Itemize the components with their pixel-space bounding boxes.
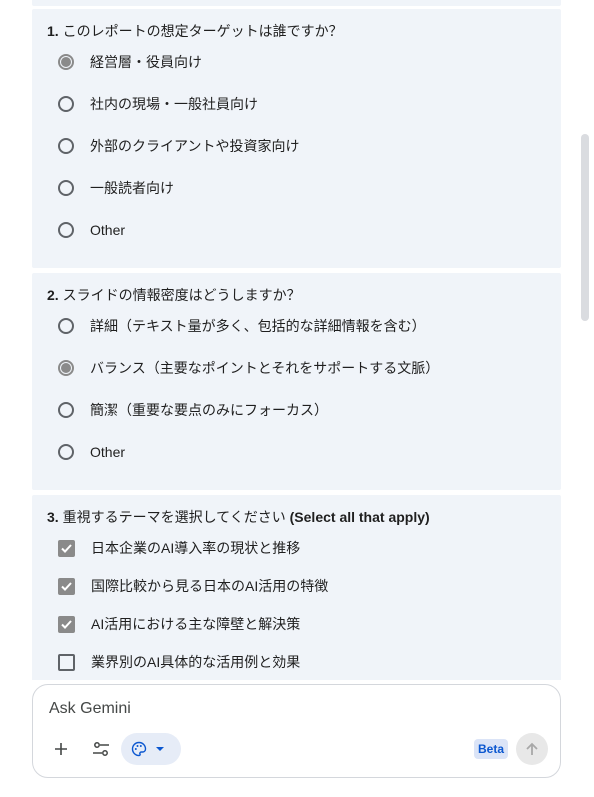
scrollbar-thumb[interactable] (581, 134, 589, 321)
radio-option[interactable]: バランス（主要なポイントとそれをサポートする文脈） (58, 357, 439, 379)
question-title: 2. スライドの情報密度はどうしますか？ (47, 285, 301, 305)
question-card-1: 1. このレポートの想定ターゲットは誰ですか？ 経営層・役員向け 社内の現場・一… (32, 9, 561, 268)
radio-option[interactable]: 経営層・役員向け (58, 51, 202, 73)
question-title: 1. このレポートの想定ターゲットは誰ですか？ (47, 21, 343, 41)
question-card-2: 2. スライドの情報密度はどうしますか？ 詳細（テキスト量が多く、包括的な詳細情… (32, 273, 561, 490)
chevron-down-icon (156, 747, 164, 751)
option-label: バランス（主要なポイントとそれをサポートする文脈） (90, 360, 440, 376)
question-number: 2. (47, 287, 59, 303)
send-button[interactable] (516, 733, 548, 765)
question-number: 1. (47, 23, 59, 39)
radio-selected[interactable] (58, 360, 74, 376)
chat-input[interactable]: Ask Gemini (49, 700, 131, 718)
radio-option[interactable]: Other (58, 219, 125, 241)
radio-option[interactable]: 外部のクライアントや投資家向け (58, 135, 299, 157)
tools-button[interactable] (85, 733, 117, 765)
tune-icon (93, 742, 109, 756)
radio-unselected[interactable] (58, 138, 74, 154)
option-label: 詳細（テキスト量が多く、包括的な詳細情報を含む） (90, 318, 426, 334)
question-hint: (Select all that apply) (289, 509, 430, 525)
question-text: スライドの情報密度はどうしますか？ (62, 287, 301, 303)
checkbox-option[interactable]: 業界別のAI具体的な活用例と効果 (58, 651, 300, 673)
check-icon (61, 619, 72, 629)
radio-selected[interactable] (58, 54, 74, 70)
question-number: 3. (47, 509, 59, 525)
radio-option[interactable]: 一般読者向け (58, 177, 174, 199)
checkbox-checked[interactable] (58, 577, 75, 595)
option-label: Other (90, 444, 126, 460)
radio-unselected[interactable] (58, 222, 74, 238)
check-icon (61, 543, 72, 553)
question-list: 1. このレポートの想定ターゲットは誰ですか？ 経営層・役員向け 社内の現場・一… (0, 0, 594, 680)
option-label: 業界別のAI具体的な活用例と効果 (91, 654, 301, 670)
option-label: 社内の現場・一般社員向け (90, 96, 258, 112)
arrow-up-icon (526, 742, 538, 755)
option-label: 経営層・役員向け (90, 54, 202, 70)
option-label: AI活用における主な障壁と解決策 (91, 616, 301, 632)
checkbox-unchecked[interactable] (58, 653, 75, 671)
check-icon (61, 581, 72, 591)
palette-icon (131, 741, 147, 757)
radio-option[interactable]: 詳細（テキスト量が多く、包括的な詳細情報を含む） (58, 315, 426, 337)
radio-option[interactable]: 簡潔（重要な要点のみにフォーカス） (58, 399, 328, 421)
question-title: 3. 重視するテーマを選択してください (Select all that app… (47, 507, 430, 527)
scrollbar-track[interactable] (580, 0, 590, 680)
question-card-3: 3. 重視するテーマを選択してください (Select all that app… (32, 495, 561, 680)
theme-selector[interactable] (121, 733, 181, 765)
option-label: 簡潔（重要な要点のみにフォーカス） (90, 402, 328, 418)
radio-unselected[interactable] (58, 180, 74, 196)
question-text: このレポートの想定ターゲットは誰ですか？ (62, 23, 343, 39)
checkbox-option[interactable]: AI活用における主な障壁と解決策 (58, 613, 300, 635)
option-label: 日本企業のAI導入率の現状と推移 (91, 540, 301, 556)
radio-unselected[interactable] (58, 402, 74, 418)
option-label: 国際比較から見る日本のAI活用の特徴 (91, 578, 329, 594)
previous-card (32, 0, 561, 6)
radio-unselected[interactable] (58, 444, 74, 460)
radio-unselected[interactable] (58, 96, 74, 112)
checkbox-option[interactable]: 国際比較から見る日本のAI活用の特徴 (58, 575, 328, 597)
checkbox-checked[interactable] (58, 539, 75, 557)
radio-option[interactable]: 社内の現場・一般社員向け (58, 93, 258, 115)
add-button[interactable] (45, 733, 77, 765)
option-label: Other (90, 222, 126, 238)
chat-input-box[interactable]: Ask Gemini Beta (32, 684, 561, 778)
question-text: 重視するテーマを選択してください (62, 509, 286, 525)
option-label: 一般読者向け (90, 180, 174, 196)
plus-icon (55, 743, 67, 755)
option-label: 外部のクライアントや投資家向け (90, 138, 300, 154)
radio-unselected[interactable] (58, 318, 74, 334)
checkbox-option[interactable]: 日本企業のAI導入率の現状と推移 (58, 537, 300, 559)
radio-option[interactable]: Other (58, 441, 125, 463)
beta-badge: Beta (474, 739, 509, 759)
checkbox-checked[interactable] (58, 615, 75, 633)
